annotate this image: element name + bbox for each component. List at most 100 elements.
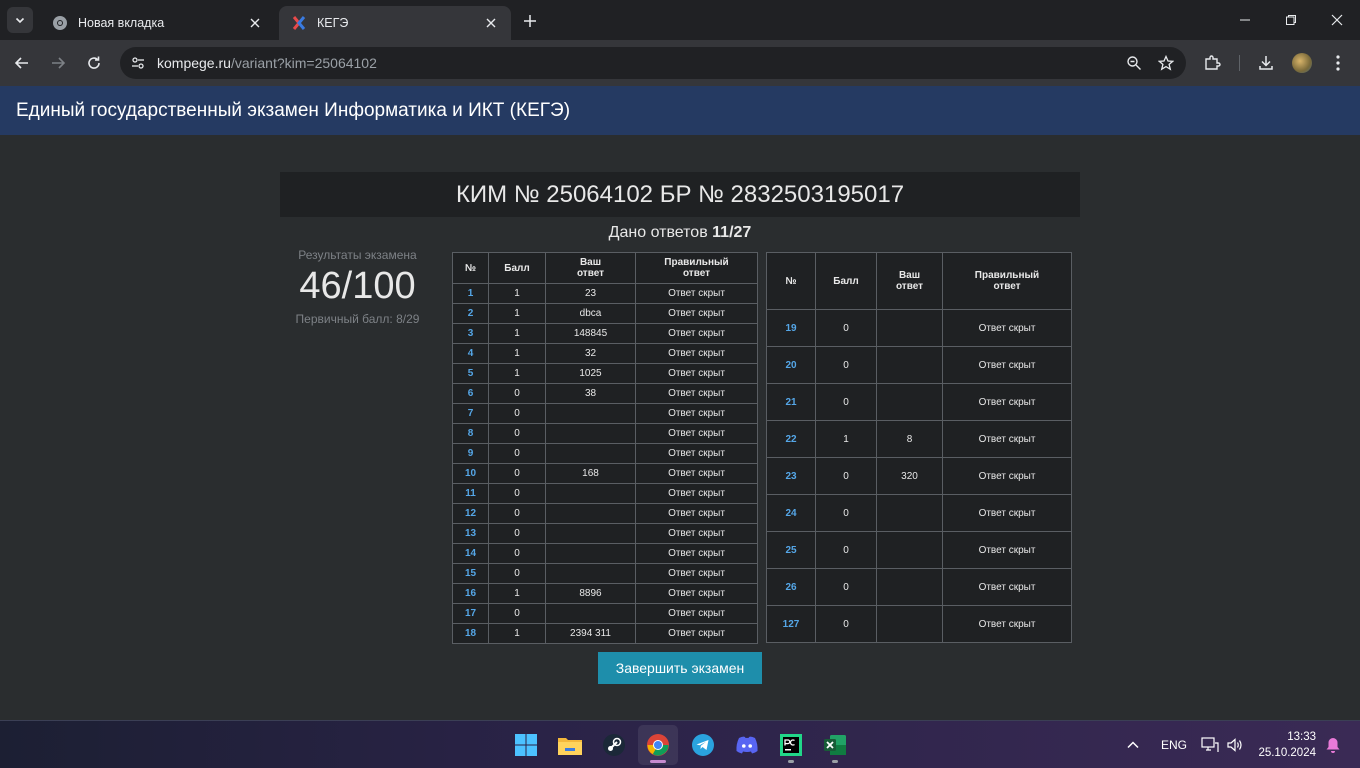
score-cell: 0 (815, 383, 877, 421)
your-answer-cell (876, 346, 943, 384)
minimize-button[interactable] (1233, 8, 1257, 32)
correct-answer-cell: Ответ скрыт (942, 531, 1072, 569)
task-number-link[interactable]: 9 (452, 443, 489, 464)
system-clock[interactable]: 13:33 25.10.2024 (1252, 729, 1316, 761)
forward-button[interactable] (46, 51, 70, 75)
task-number-link[interactable]: 17 (452, 603, 489, 624)
correct-answer-cell: Ответ скрыт (635, 603, 758, 624)
table-row: 26 0 Ответ скрыт (766, 568, 1072, 606)
site-info-icon[interactable] (126, 51, 150, 75)
url-text[interactable]: kompege.ru/variant?kim=25064102 (157, 55, 1122, 71)
download-icon[interactable] (1254, 51, 1278, 75)
answers-given-label: Дано ответов (608, 224, 708, 241)
network-icon[interactable] (1201, 721, 1219, 768)
task-number-link[interactable]: 15 (452, 563, 489, 584)
input-language[interactable]: ENG (1161, 721, 1187, 768)
pycharm-icon (780, 734, 802, 756)
task-number-link[interactable]: 24 (766, 494, 816, 532)
correct-answer-cell: Ответ скрыт (942, 383, 1072, 421)
taskbar-excel[interactable] (815, 725, 855, 765)
reload-button[interactable] (82, 51, 106, 75)
back-button[interactable] (10, 51, 34, 75)
tab-new-tab[interactable]: Новая вкладка (40, 6, 274, 40)
task-number-link[interactable]: 16 (452, 583, 489, 604)
active-app-indicator (650, 760, 666, 763)
menu-kebab-icon[interactable] (1326, 51, 1350, 75)
task-number-link[interactable]: 7 (452, 403, 489, 424)
score-cell: 0 (488, 503, 546, 524)
notifications-bell-icon[interactable] (1325, 721, 1341, 768)
task-number-link[interactable]: 6 (452, 383, 489, 404)
table-row: 10 0 168 Ответ скрыт (452, 463, 758, 484)
taskbar-chrome[interactable] (638, 725, 678, 765)
score-cell: 0 (488, 423, 546, 444)
correct-answer-cell: Ответ скрыт (942, 309, 1072, 347)
correct-answer-cell: Ответ скрыт (635, 583, 758, 604)
task-number-link[interactable]: 1 (452, 283, 489, 304)
chrome-icon (52, 15, 68, 31)
start-button[interactable] (506, 725, 546, 765)
table-header-row: № Балл Ваш ответ Правильный ответ (766, 252, 1072, 310)
profile-avatar[interactable] (1292, 53, 1312, 73)
taskbar-telegram[interactable] (683, 725, 723, 765)
task-number-link[interactable]: 23 (766, 457, 816, 495)
running-app-indicator (832, 760, 838, 763)
correct-answer-cell: Ответ скрыт (635, 283, 758, 304)
col-header-num: № (452, 252, 489, 284)
task-number-link[interactable]: 127 (766, 605, 816, 643)
task-number-link[interactable]: 11 (452, 483, 489, 504)
task-number-link[interactable]: 2 (452, 303, 489, 324)
task-number-link[interactable]: 18 (452, 623, 489, 644)
tab-kege[interactable]: КЕГЭ (279, 6, 511, 40)
file-explorer-icon (558, 738, 582, 755)
restore-button[interactable] (1279, 8, 1303, 32)
task-number-link[interactable]: 21 (766, 383, 816, 421)
close-tab-icon[interactable] (247, 15, 263, 31)
score-cell: 0 (488, 523, 546, 544)
task-number-link[interactable]: 4 (452, 343, 489, 364)
task-number-link[interactable]: 25 (766, 531, 816, 569)
close-window-button[interactable] (1325, 8, 1349, 32)
task-number-link[interactable]: 20 (766, 346, 816, 384)
start-icon (515, 734, 537, 756)
tab-search-button[interactable] (7, 7, 33, 33)
task-number-link[interactable]: 26 (766, 568, 816, 606)
table-row: 17 0 Ответ скрыт (452, 603, 758, 624)
table-row: 127 0 Ответ скрыт (766, 605, 1072, 643)
chrome-icon (647, 734, 669, 756)
task-number-link[interactable]: 13 (452, 523, 489, 544)
tray-overflow-button[interactable] (1126, 721, 1140, 768)
taskbar-file-explorer[interactable] (550, 725, 590, 765)
taskbar-pycharm[interactable] (771, 725, 811, 765)
site-title[interactable]: Единый государственный экзамен Информати… (16, 100, 570, 122)
reload-icon (88, 56, 100, 69)
address-bar[interactable]: kompege.ru/variant?kim=25064102 (120, 47, 1186, 79)
task-number-link[interactable]: 12 (452, 503, 489, 524)
taskbar-discord[interactable] (727, 725, 767, 765)
score-cell: 1 (488, 283, 546, 304)
taskbar-steam[interactable] (594, 725, 634, 765)
task-number-link[interactable]: 10 (452, 463, 489, 484)
volume-icon[interactable] (1226, 721, 1244, 768)
task-number-link[interactable]: 5 (452, 363, 489, 384)
table-row: 21 0 Ответ скрыт (766, 383, 1072, 421)
bookmark-star-icon[interactable] (1154, 51, 1178, 75)
tab-title: КЕГЭ (317, 16, 349, 30)
task-number-link[interactable]: 14 (452, 543, 489, 564)
score-cell: 1 (488, 363, 546, 384)
score-cell: 1 (488, 303, 546, 324)
task-number-link[interactable]: 8 (452, 423, 489, 444)
header-line: Ваш (898, 270, 921, 281)
score-cell: 0 (815, 346, 877, 384)
finish-exam-button[interactable]: Завершить экзамен (598, 652, 762, 684)
close-tab-icon[interactable] (483, 15, 499, 31)
task-number-link[interactable]: 3 (452, 323, 489, 344)
extensions-icon[interactable] (1200, 51, 1224, 75)
discord-icon (736, 736, 758, 754)
table-row: 20 0 Ответ скрыт (766, 346, 1072, 384)
your-answer-cell: 8 (876, 420, 943, 458)
task-number-link[interactable]: 22 (766, 420, 816, 458)
zoom-icon[interactable] (1122, 51, 1146, 75)
new-tab-button[interactable] (519, 10, 541, 32)
task-number-link[interactable]: 19 (766, 309, 816, 347)
